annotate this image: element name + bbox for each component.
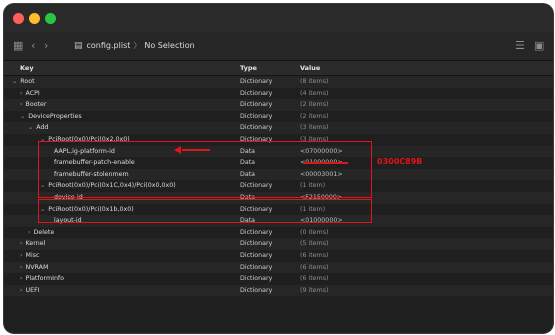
outline-row[interactable]: ⌄ DeviceProperties Dictionary (2 items) [4,110,553,123]
outline-row[interactable]: ⌄ Root Dictionary (8 items) [4,76,553,88]
row-value[interactable]: (0 items) [300,227,328,239]
disclosure-collapsed-icon[interactable]: › [20,287,23,294]
row-value[interactable]: (6 items) [300,262,328,274]
key-column-header[interactable]: Key [20,64,34,72]
row-key[interactable]: › Kernel [20,238,45,250]
row-key[interactable]: › ACPI [20,88,40,100]
outline-row[interactable]: › Kernel Dictionary (5 items) [4,238,553,250]
plist-editor-window: ▦ ‹ › ▤ config.plist 〉 No Selection ☰ ▣ Key… [4,4,553,333]
disclosure-collapsed-icon[interactable]: › [20,252,23,259]
forward-chevron-icon[interactable]: › [44,32,48,60]
row-key[interactable]: › Booter [20,99,47,111]
row-value[interactable]: (9 items) [300,285,328,297]
sidebar-grid-icon[interactable]: ▦ [13,32,23,60]
toolbar: ▦ ‹ › ▤ config.plist 〉 No Selection ☰ ▣ [4,32,553,61]
row-type[interactable]: Dictionary [240,227,272,239]
row-key[interactable]: ⌄ Add [28,122,48,134]
row-value[interactable]: (3 items) [300,122,328,134]
arrow-shaft [182,149,210,151]
close-window-button[interactable] [13,13,24,24]
disclosure-collapsed-icon[interactable]: › [20,264,23,271]
disclosure-collapsed-icon[interactable]: › [20,101,23,108]
disclosure-collapsed-icon[interactable]: › [20,275,23,282]
left-arrow-icon [174,146,181,154]
outline-row[interactable]: › Booter Dictionary (2 items) [4,99,553,111]
document-icon: ▤ [74,41,83,51]
column-header: Key Type Value [4,61,553,76]
replacement-value-label: 0300C89B [377,157,423,166]
list-lines-icon[interactable]: ☰ [515,32,525,60]
outline-row[interactable]: ⌄ Add Dictionary (3 items) [4,122,553,134]
row-value[interactable]: (6 items) [300,273,328,285]
row-type[interactable]: Dictionary [240,76,272,88]
row-type[interactable]: Dictionary [240,88,272,100]
title-bar [4,4,553,32]
row-value[interactable]: (6 items) [300,250,328,262]
row-type[interactable]: Dictionary [240,273,272,285]
row-type[interactable]: Dictionary [240,111,272,123]
row-value[interactable]: (2 items) [300,111,328,123]
strikethrough-mark [304,162,348,164]
row-key[interactable]: › Misc [20,250,39,262]
row-key[interactable]: › PlatformInfo [20,273,64,285]
row-value[interactable]: (4 items) [300,88,328,100]
row-type[interactable]: Dictionary [240,238,272,250]
row-value[interactable]: (8 items) [300,76,328,88]
outline-row[interactable]: › PlatformInfo Dictionary (6 items) [4,273,553,285]
row-key[interactable]: › Delete [28,227,54,239]
type-column-header[interactable]: Type [240,64,257,72]
disclosure-collapsed-icon[interactable]: › [20,240,23,247]
zoom-window-button[interactable] [45,13,56,24]
row-key-text: Misc [25,252,40,259]
back-chevron-icon[interactable]: ‹ [31,32,35,60]
disclosure-expanded-icon[interactable]: ⌄ [28,124,33,131]
minimize-window-button[interactable] [29,13,40,24]
row-key-text: UEFI [25,286,40,294]
row-type[interactable]: Dictionary [240,250,272,262]
row-key-text: ACPI [25,89,40,97]
row-key[interactable]: › UEFI [20,285,40,297]
disclosure-collapsed-icon[interactable]: › [28,229,31,236]
outline-row[interactable]: › Delete Dictionary (0 items) [4,226,553,239]
breadcrumb-separator: 〉 [133,41,142,50]
breadcrumb[interactable]: ▤ config.plist 〉 No Selection [74,32,195,60]
disclosure-collapsed-icon[interactable]: › [20,90,23,97]
highlight-box-device-id [38,199,372,223]
row-key[interactable]: ⌄ Root [12,76,35,88]
row-type[interactable]: Dictionary [240,262,272,274]
outline-row[interactable]: › UEFI Dictionary (9 items) [4,284,553,297]
row-key-text: Add [36,124,49,132]
disclosure-expanded-icon[interactable]: ⌄ [20,113,25,120]
row-type[interactable]: Dictionary [240,99,272,111]
row-value[interactable]: (5 items) [300,238,328,250]
outline-row[interactable]: › Misc Dictionary (6 items) [4,250,553,262]
row-key-text: PlatformInfo [25,275,65,283]
row-key-text: Booter [25,101,47,109]
row-key-text: Kernel [25,240,46,248]
row-type[interactable]: Dictionary [240,122,272,134]
outline-row[interactable]: › ACPI Dictionary (4 items) [4,87,553,100]
breadcrumb-file[interactable]: config.plist [87,41,131,50]
row-key-text: NVRAM [25,263,49,271]
outline-row[interactable]: › NVRAM Dictionary (6 items) [4,261,553,274]
row-type[interactable]: Dictionary [240,285,272,297]
disclosure-expanded-icon[interactable]: ⌄ [12,78,17,85]
row-key-text: Delete [33,228,55,236]
row-key[interactable]: ⌄ DeviceProperties [20,111,82,123]
row-value[interactable]: (2 items) [300,99,328,111]
row-key-text: DeviceProperties [28,112,82,120]
row-key-text: Root [20,78,35,85]
row-key[interactable]: › NVRAM [20,262,48,274]
inspector-panel-icon[interactable]: ▣ [534,32,544,60]
value-column-header[interactable]: Value [300,64,320,72]
breadcrumb-selection[interactable]: No Selection [144,41,194,50]
